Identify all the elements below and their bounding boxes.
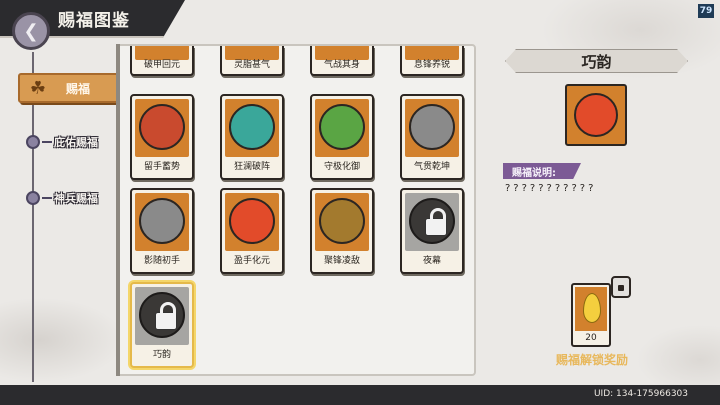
blessing-orb-icon — [229, 198, 275, 244]
desc-text: ??????????? — [505, 183, 597, 194]
lock-icon — [611, 276, 631, 298]
blessing-orb-icon — [574, 93, 618, 137]
blessing-label: 气贯乾坤 — [413, 162, 450, 172]
blessing-icon: ☘ — [29, 78, 47, 99]
blessing-orb-icon — [319, 198, 365, 244]
blessing-art — [135, 193, 189, 251]
blessing-label: 气战其身 — [323, 60, 360, 70]
leaf-icon — [583, 293, 601, 323]
nav-dot-icon — [26, 191, 40, 205]
back-button[interactable]: ❮ — [12, 12, 50, 50]
tab-weapon-label: 神兵赐福 — [54, 192, 98, 205]
reward-art — [575, 287, 607, 331]
blessing-card-selected[interactable]: 巧韵 — [130, 282, 194, 368]
blessing-art — [135, 287, 189, 345]
tab-blessing[interactable]: ☘ 赐福 — [18, 73, 120, 103]
blessing-card[interactable]: 灵脂甚气 — [220, 46, 284, 76]
uid-text: UID: 134-175966303 — [593, 389, 688, 399]
blessing-label: 守极化御 — [323, 162, 360, 172]
blessing-card[interactable]: 守极化御 — [310, 94, 374, 180]
blessing-orb-icon — [409, 198, 455, 244]
back-icon: ❮ — [23, 20, 39, 42]
blessing-label: 息锋养锐 — [413, 60, 450, 70]
blessing-label: 影随初手 — [143, 256, 180, 266]
blessing-card[interactable]: 盈手化元 — [220, 188, 284, 274]
blessing-art — [315, 193, 369, 251]
lock-icon — [425, 208, 447, 236]
blessing-card[interactable]: 影随初手 — [130, 188, 194, 274]
blessing-label: 聚锋凌敌 — [323, 256, 360, 266]
blessing-art — [225, 99, 279, 157]
level-badge: 79 — [698, 4, 714, 18]
blessing-card[interactable]: 聚锋凌敌 — [310, 188, 374, 274]
blessing-card[interactable]: 气战其身 — [310, 46, 374, 76]
blessing-card[interactable]: 息锋养锐 — [400, 46, 464, 76]
blessing-orb-icon — [139, 292, 185, 338]
detail-title: 巧韵 — [581, 53, 612, 71]
tab-protection[interactable]: 庇佑赐福 — [26, 133, 98, 151]
blessing-label: 盈手化元 — [233, 256, 270, 266]
reward-caption: 赐福解锁奖励 — [556, 353, 629, 367]
blessing-card[interactable]: 破甲回元 — [130, 46, 194, 76]
blessing-art — [135, 99, 189, 157]
blessing-orb-icon — [139, 198, 185, 244]
lock-icon — [155, 302, 177, 330]
nav-connector — [42, 197, 52, 199]
blessing-orb-icon — [409, 104, 455, 150]
reward-count: 20 — [585, 333, 597, 343]
blessing-orb-icon — [139, 104, 185, 150]
blessing-label: 夜幕 — [422, 256, 441, 266]
page-title: 赐福图鉴 — [58, 11, 130, 31]
blessing-label: 狂澜破阵 — [233, 162, 270, 172]
blessing-label: 留手蓄势 — [143, 162, 180, 172]
blessing-orb-icon — [229, 104, 275, 150]
tab-weapon[interactable]: 神兵赐福 — [26, 189, 98, 207]
blessing-card[interactable]: 气贯乾坤 — [400, 94, 464, 180]
blessing-label: 灵脂甚气 — [233, 60, 270, 70]
blessing-label: 巧韵 — [152, 350, 171, 360]
blessing-art — [405, 193, 459, 251]
nav-connector — [42, 141, 52, 143]
blessing-card[interactable]: 留手蓄势 — [130, 94, 194, 180]
blessing-card-locked[interactable]: 夜幕 — [400, 188, 464, 274]
blessing-art — [405, 99, 459, 157]
tab-blessing-label: 赐福 — [66, 82, 91, 96]
blessing-grid[interactable]: 破甲回元 灵脂甚气 气战其身 息锋养锐 留手蓄势 狂澜破阵 守极化御 气贯乾坤 … — [116, 44, 476, 376]
nav-dot-icon — [26, 135, 40, 149]
blessing-label: 破甲回元 — [143, 60, 180, 70]
blessing-orb-icon — [319, 104, 365, 150]
desc-tag-label: 赐福说明: — [512, 168, 556, 179]
detail-blessing-icon — [565, 84, 627, 146]
blessing-art — [225, 193, 279, 251]
blessing-card[interactable]: 狂澜破阵 — [220, 94, 284, 180]
reward-item[interactable]: 20 — [571, 283, 611, 347]
blessing-art — [315, 99, 369, 157]
tab-protection-label: 庇佑赐福 — [54, 136, 98, 149]
grid-scrollbar[interactable] — [116, 44, 120, 376]
